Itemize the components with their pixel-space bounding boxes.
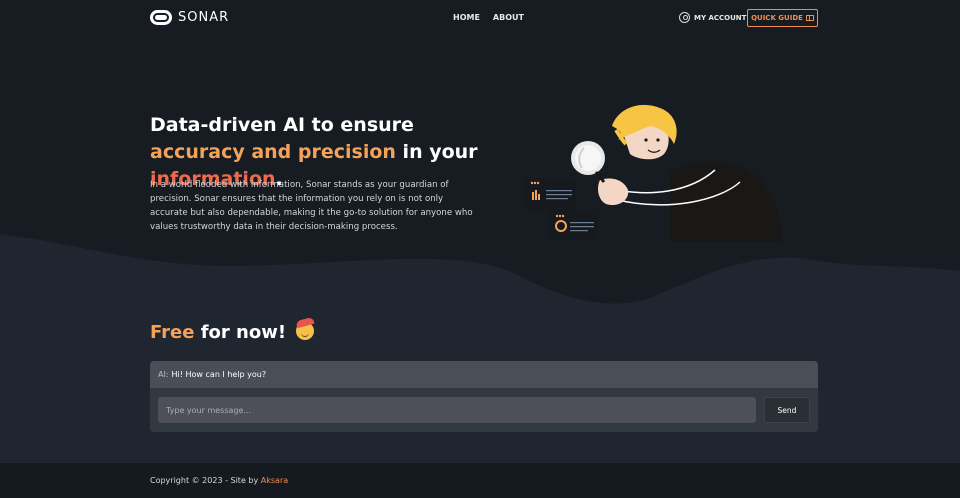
headline-accent-accuracy: accuracy and precision (150, 141, 396, 163)
headline-text-2: in your (395, 141, 478, 163)
nav-home-link[interactable]: HOME (453, 13, 480, 22)
sonar-logo-icon (150, 10, 172, 25)
ai-message: AI: Hi! How can I help you? (150, 361, 818, 388)
brand-name: SONAR (178, 10, 230, 25)
author-link[interactable]: Aksara (261, 476, 288, 485)
hero-illustration (524, 104, 782, 242)
user-circle-icon (679, 12, 690, 23)
ai-message-text: Hi! How can I help you? (171, 370, 267, 379)
footer: Copyright © 2023 - Site by Aksara (0, 463, 960, 498)
chat-panel: AI: Hi! How can I help you? Send (150, 361, 818, 432)
brand-logo[interactable]: SONAR (150, 10, 229, 25)
message-input[interactable] (158, 397, 756, 423)
party-face-icon (296, 322, 315, 340)
my-account-link[interactable]: MY ACCOUNT (679, 12, 746, 23)
headline-text: Data-driven AI to ensure (150, 114, 414, 136)
main-nav: HOME ABOUT (453, 13, 524, 22)
free-accent: Free (150, 322, 195, 343)
send-button[interactable]: Send (764, 397, 810, 423)
free-rest: for now! (194, 322, 287, 343)
my-account-label: MY ACCOUNT (694, 13, 747, 22)
top-navbar: SONAR HOME ABOUT MY ACCOUNT QUICK GUIDE (0, 0, 960, 36)
quick-guide-button[interactable]: QUICK GUIDE (747, 9, 818, 27)
free-heading: Free for now! (150, 322, 315, 343)
ai-label: AI: (158, 370, 169, 379)
hero-section: Data-driven AI to ensure accuracy and pr… (0, 36, 960, 306)
nav-about-link[interactable]: ABOUT (493, 13, 524, 22)
quick-guide-label: QUICK GUIDE (751, 14, 803, 22)
copyright-text: Copyright © 2023 - Site by (150, 476, 261, 485)
hero-description: In a world flooded with information, Son… (150, 180, 473, 232)
book-icon (805, 15, 814, 21)
footer-copyright: Copyright © 2023 - Site by Aksara (150, 476, 288, 485)
